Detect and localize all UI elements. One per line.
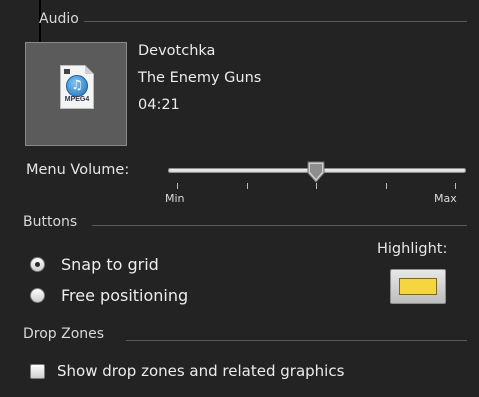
highlight-color-well[interactable] — [390, 269, 446, 304]
volume-tick — [316, 183, 317, 189]
highlight-color-swatch — [399, 278, 437, 295]
drop-zones-section-title: Drop Zones — [23, 326, 105, 342]
buttons-section-title: Buttons — [23, 214, 78, 230]
doc-corner-mark — [64, 69, 70, 74]
free-positioning-label[interactable]: Free positioning — [61, 286, 188, 305]
show-drop-zones-label[interactable]: Show drop zones and related graphics — [57, 362, 344, 380]
volume-tick — [386, 183, 387, 189]
volume-tick — [455, 183, 456, 189]
audio-section-divider — [84, 21, 467, 22]
volume-tick — [177, 183, 178, 189]
track-title: The Enemy Guns — [138, 70, 262, 86]
buttons-section-divider — [92, 225, 467, 226]
artist-name: Devotchka — [138, 43, 216, 59]
menu-volume-slider-knob[interactable] — [307, 161, 325, 183]
volume-min-label: Min — [165, 192, 185, 205]
snap-to-grid-label[interactable]: Snap to grid — [61, 255, 159, 274]
music-note-icon: ♫ — [66, 75, 88, 97]
audio-thumbnail[interactable]: ♫ MPEG4 — [25, 42, 127, 146]
mpeg4-audio-file-icon: ♫ MPEG4 — [60, 65, 94, 109]
menu-volume-label: Menu Volume: — [26, 162, 130, 178]
radio-selected-dot — [35, 262, 40, 267]
snap-to-grid-radio[interactable] — [30, 257, 45, 272]
track-duration: 04:21 — [138, 97, 180, 113]
drop-zones-section-divider — [126, 340, 467, 341]
show-drop-zones-checkbox[interactable] — [30, 364, 45, 379]
free-positioning-radio[interactable] — [30, 288, 45, 303]
highlight-label: Highlight: — [377, 241, 448, 257]
file-type-badge: MPEG4 — [64, 96, 90, 103]
audio-section-title: Audio — [39, 11, 79, 27]
volume-tick — [247, 183, 248, 189]
volume-max-label: Max — [434, 192, 457, 205]
